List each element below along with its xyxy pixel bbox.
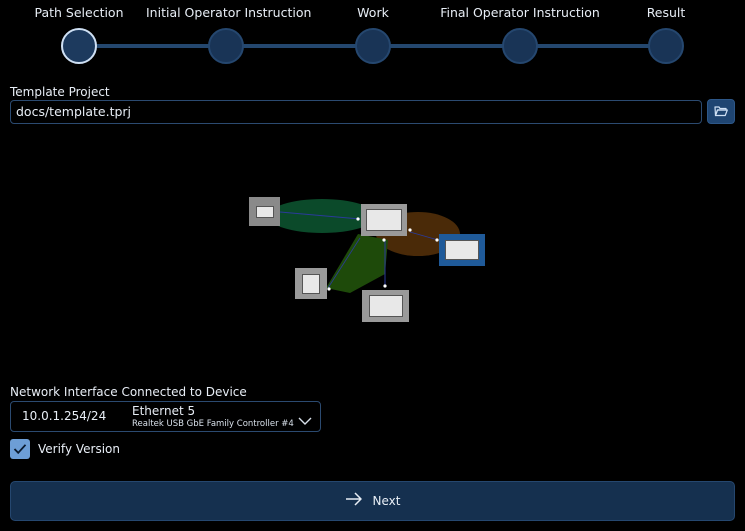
step-indicator[interactable] (502, 28, 538, 64)
step-label: Result (646, 5, 686, 20)
next-button-label: Next (372, 494, 401, 508)
verify-version-checkbox[interactable] (10, 439, 30, 459)
arrow-right-icon (345, 491, 363, 511)
chevron-down-icon (298, 411, 312, 430)
verify-version-label[interactable]: Verify Version (38, 442, 120, 456)
wizard-stepper: Path Selection Initial Operator Instruct… (0, 0, 745, 70)
step-work[interactable]: Work (293, 0, 453, 64)
device-node-controller (361, 204, 407, 236)
step-final-operator-instruction[interactable]: Final Operator Instruction (440, 0, 600, 64)
template-path-input[interactable]: docs/template.tprj (10, 100, 702, 124)
checkmark-icon (13, 440, 27, 459)
step-label: Work (357, 5, 389, 20)
step-label: Path Selection (34, 5, 124, 20)
network-topology-preview (240, 190, 500, 330)
step-indicator[interactable] (355, 28, 391, 64)
nic-description: Realtek USB GbE Family Controller #4 (132, 419, 294, 429)
nic-name: Ethernet 5 (132, 404, 196, 418)
network-interface-label: Network Interface Connected to Device (10, 385, 247, 399)
step-result[interactable]: Result (586, 0, 745, 64)
folder-open-icon (714, 102, 728, 121)
network-interface-select[interactable]: 10.0.1.254/24 Ethernet 5 Realtek USB GbE… (10, 401, 321, 432)
step-indicator-active[interactable] (61, 28, 97, 64)
nic-ip-address: 10.0.1.254/24 (22, 409, 107, 423)
device-node-io (295, 268, 327, 299)
browse-template-button[interactable] (707, 99, 735, 124)
step-path-selection[interactable]: Path Selection (0, 0, 159, 64)
step-label: Final Operator Instruction (440, 5, 600, 20)
device-node-drive (362, 290, 409, 322)
device-node-switch (249, 197, 280, 226)
step-indicator[interactable] (208, 28, 244, 64)
next-button[interactable]: Next (10, 481, 735, 521)
step-initial-operator-instruction[interactable]: Initial Operator Instruction (146, 0, 312, 64)
step-label: Initial Operator Instruction (146, 5, 312, 20)
template-project-label: Template Project (10, 85, 110, 99)
step-indicator[interactable] (648, 28, 684, 64)
device-node-selected (439, 234, 485, 266)
